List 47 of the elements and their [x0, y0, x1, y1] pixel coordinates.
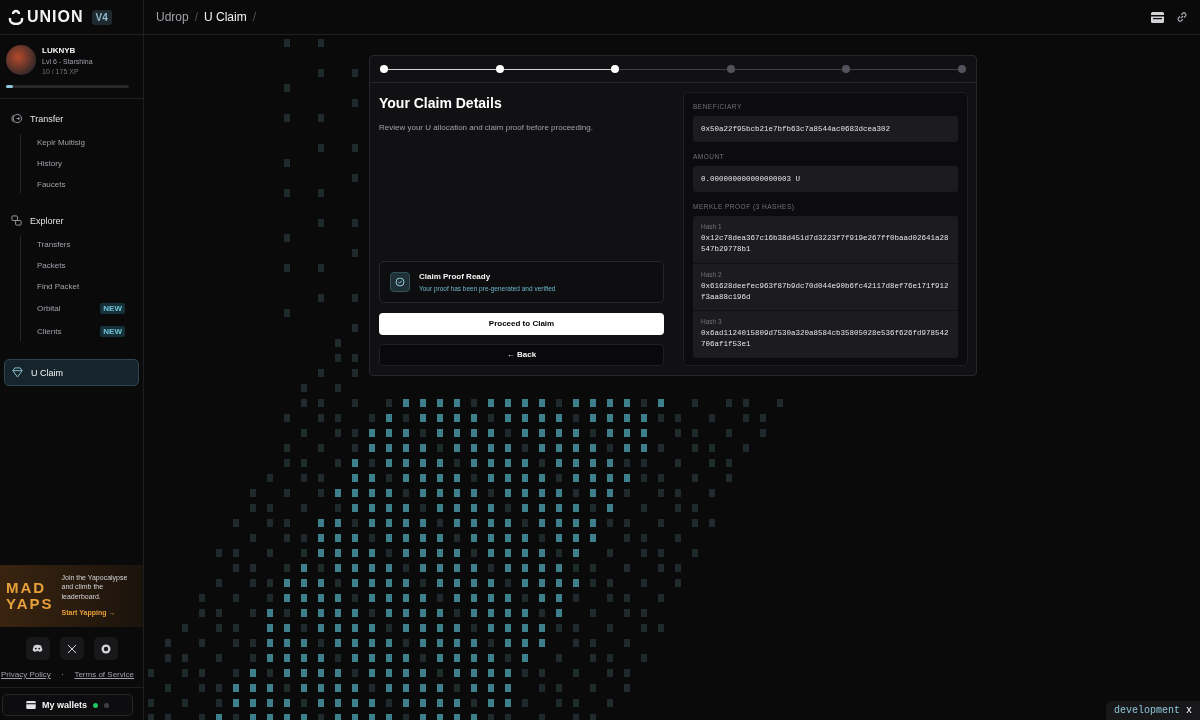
new-badge: NEW — [100, 303, 125, 314]
wallets-button[interactable]: My wallets — [2, 694, 133, 716]
nav-item[interactable]: Clients NEW — [21, 322, 139, 341]
transfer-icon — [11, 113, 22, 124]
breadcrumb-separator: / — [252, 10, 257, 24]
gem-icon — [12, 367, 23, 378]
avatar — [6, 45, 36, 75]
nav-section-title: Transfer — [30, 113, 64, 124]
gamepad-icon — [32, 644, 43, 653]
logo-text: UNION — [27, 8, 84, 26]
link-separator: · — [61, 670, 64, 679]
nav-section-title: Explorer — [30, 215, 64, 226]
new-badge: NEW — [100, 326, 125, 337]
back-button[interactable]: ← Back — [379, 343, 664, 366]
breadcrumb-separator: / — [194, 10, 199, 24]
claim-title: Your Claim Details — [379, 95, 503, 111]
logo-icon — [8, 9, 24, 25]
nav-item[interactable]: Packets — [21, 257, 139, 274]
link-icon[interactable] — [1176, 11, 1188, 23]
close-button[interactable]: x — [1186, 705, 1192, 716]
footer-link[interactable]: Terms of Service — [74, 670, 134, 679]
promo-logo-text: MAD — [6, 580, 48, 596]
claim-subtitle: Review your U allocation and claim proof before proceeding. — [379, 123, 594, 132]
check-icon — [390, 271, 410, 292]
promo-logo-text: YAPS — [6, 595, 54, 612]
breadcrumb-item[interactable]: U Claim — [204, 10, 247, 24]
github-button[interactable] — [93, 637, 118, 660]
wallet-icon — [26, 701, 36, 709]
nav-item[interactable]: History — [21, 155, 139, 172]
proceed-button[interactable]: Proceed to Claim — [379, 312, 664, 335]
nav-item[interactable]: Keplr Multisig — [21, 134, 139, 151]
version-badge: V4 — [91, 9, 112, 25]
discord-button[interactable] — [25, 637, 50, 660]
status-title: Claim Proof Ready — [419, 271, 492, 281]
footer-link[interactable]: Privacy Policy — [1, 670, 51, 679]
environment-label: development — [1113, 705, 1180, 716]
nav-item[interactable]: Faucets — [21, 176, 139, 193]
nav-item[interactable]: Find Packet — [21, 278, 139, 295]
user-name: LUKNYB — [42, 45, 77, 55]
x-logo-icon — [66, 643, 77, 654]
nav-item[interactable]: U Claim — [4, 359, 139, 386]
x-button[interactable] — [59, 637, 84, 660]
nav-item[interactable]: Orbital NEW — [21, 299, 139, 318]
wallet-icon[interactable] — [1151, 11, 1164, 23]
breadcrumb-item[interactable]: Udrop — [156, 10, 189, 24]
explorer-icon — [11, 215, 22, 226]
nav-item[interactable]: Transfers — [21, 236, 139, 253]
